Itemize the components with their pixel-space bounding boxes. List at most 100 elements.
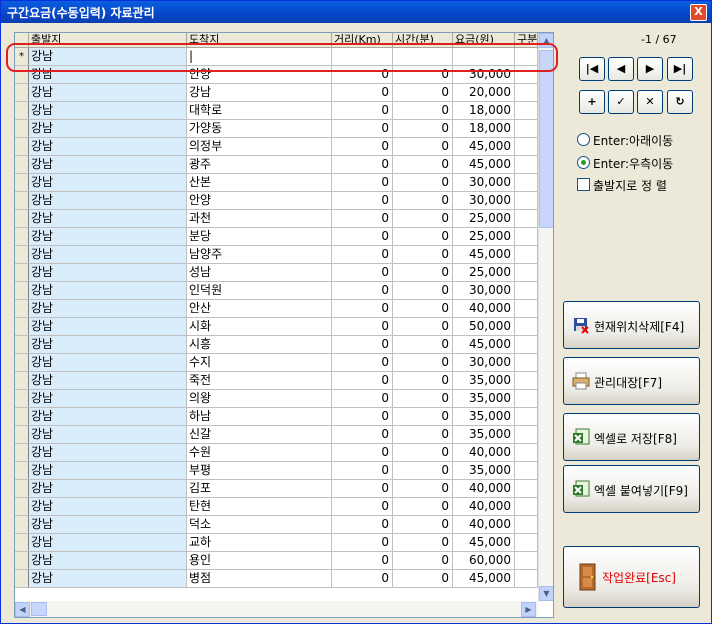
distance-cell[interactable]: 0 (332, 480, 393, 497)
fare-cell[interactable]: 18,000 (453, 120, 515, 137)
category-cell[interactable] (515, 462, 538, 479)
radio-selected-icon[interactable] (577, 156, 590, 169)
row-selector[interactable] (15, 192, 29, 209)
fare-cell[interactable]: 30,000 (453, 354, 515, 371)
fare-cell[interactable]: 30,000 (453, 192, 515, 209)
departure-cell[interactable]: 강남 (29, 192, 187, 209)
row-selector[interactable] (15, 264, 29, 281)
category-cell[interactable] (515, 228, 538, 245)
fare-cell[interactable]: 35,000 (453, 462, 515, 479)
row-selector[interactable] (15, 498, 29, 515)
row-selector[interactable] (15, 552, 29, 569)
row-selector[interactable] (15, 444, 29, 461)
table-row[interactable]: 강남 의왕 0 0 35,000 (15, 390, 538, 408)
distance-cell[interactable]: 0 (332, 372, 393, 389)
destination-cell[interactable]: 산본 (187, 174, 332, 191)
category-cell[interactable] (515, 408, 538, 425)
row-selector[interactable] (15, 174, 29, 191)
time-cell[interactable]: 0 (393, 156, 453, 173)
first-record-button[interactable]: |◀ (579, 57, 605, 81)
departure-cell[interactable]: 강남 (29, 498, 187, 515)
scroll-left-arrow-icon[interactable]: ◀ (15, 602, 30, 617)
time-cell[interactable]: 0 (393, 336, 453, 353)
row-selector[interactable] (15, 156, 29, 173)
time-cell[interactable]: 0 (393, 282, 453, 299)
category-cell[interactable] (515, 498, 538, 515)
destination-cell[interactable]: 안양 (187, 192, 332, 209)
table-row[interactable]: 강남 덕소 0 0 40,000 (15, 516, 538, 534)
table-row[interactable]: 강남 수지 0 0 30,000 (15, 354, 538, 372)
category-cell[interactable] (515, 516, 538, 533)
time-cell[interactable]: 0 (393, 354, 453, 371)
fare-cell[interactable]: 35,000 (453, 408, 515, 425)
category-cell[interactable] (515, 282, 538, 299)
category-cell[interactable] (515, 192, 538, 209)
distance-cell[interactable]: 0 (332, 498, 393, 515)
time-cell[interactable]: 0 (393, 138, 453, 155)
departure-cell[interactable]: 강남 (29, 102, 187, 119)
table-row[interactable]: 강남 의정부 0 0 45,000 (15, 138, 538, 156)
time-cell[interactable]: 0 (393, 480, 453, 497)
distance-cell[interactable]: 0 (332, 282, 393, 299)
category-cell[interactable] (515, 300, 538, 317)
destination-cell[interactable]: 교하 (187, 534, 332, 551)
row-selector[interactable] (15, 372, 29, 389)
departure-cell[interactable]: 강남 (29, 354, 187, 371)
time-cell[interactable]: 0 (393, 570, 453, 587)
destination-cell[interactable]: 성남 (187, 264, 332, 281)
departure-cell[interactable]: 강남 (29, 390, 187, 407)
table-row[interactable]: 강남 성남 0 0 25,000 (15, 264, 538, 282)
row-selector[interactable] (15, 462, 29, 479)
time-cell[interactable]: 0 (393, 300, 453, 317)
fare-cell[interactable]: 18,000 (453, 102, 515, 119)
distance-cell[interactable]: 0 (332, 156, 393, 173)
add-record-button[interactable]: + (579, 90, 605, 114)
destination-cell[interactable]: 가양동 (187, 120, 332, 137)
destination-cell[interactable]: 수지 (187, 354, 332, 371)
departure-cell[interactable]: 강남 (29, 210, 187, 227)
category-cell[interactable] (515, 318, 538, 335)
category-cell[interactable] (515, 102, 538, 119)
row-selector[interactable] (15, 390, 29, 407)
destination-cell[interactable]: 시화 (187, 318, 332, 335)
departure-cell[interactable]: 강남 (29, 462, 187, 479)
fare-cell[interactable]: 60,000 (453, 552, 515, 569)
departure-cell[interactable]: 강남 (29, 552, 187, 569)
departure-cell[interactable]: 강남 (29, 534, 187, 551)
row-selector[interactable] (15, 354, 29, 371)
destination-cell[interactable]: 죽전 (187, 372, 332, 389)
time-cell[interactable]: 0 (393, 102, 453, 119)
time-cell[interactable]: 0 (393, 228, 453, 245)
delete-current-button[interactable]: 현재위치삭제[F4] (563, 301, 700, 349)
time-cell[interactable]: 0 (393, 498, 453, 515)
category-cell[interactable] (515, 174, 538, 191)
fare-cell[interactable]: 35,000 (453, 390, 515, 407)
row-selector[interactable] (15, 210, 29, 227)
refresh-button[interactable]: ↻ (667, 90, 693, 114)
destination-cell[interactable]: 용인 (187, 552, 332, 569)
departure-cell[interactable]: 강남 (29, 174, 187, 191)
fare-cell[interactable]: 40,000 (453, 444, 515, 461)
table-row[interactable]: 강남 분당 0 0 25,000 (15, 228, 538, 246)
category-cell[interactable] (515, 372, 538, 389)
vertical-scroll-thumb[interactable] (539, 50, 553, 228)
row-selector[interactable] (15, 246, 29, 263)
fare-cell[interactable]: 40,000 (453, 498, 515, 515)
time-cell[interactable]: 0 (393, 264, 453, 281)
distance-cell[interactable]: 0 (332, 354, 393, 371)
departure-cell[interactable]: 강남 (29, 300, 187, 317)
destination-cell[interactable]: 광주 (187, 156, 332, 173)
row-selector[interactable] (15, 318, 29, 335)
row-selector[interactable] (15, 480, 29, 497)
last-record-button[interactable]: ▶| (667, 57, 693, 81)
table-row[interactable]: 강남 광주 0 0 45,000 (15, 156, 538, 174)
time-cell[interactable]: 0 (393, 174, 453, 191)
fare-cell[interactable]: 30,000 (453, 174, 515, 191)
distance-cell[interactable]: 0 (332, 552, 393, 569)
category-cell[interactable] (515, 210, 538, 227)
table-row[interactable]: 강남 시흥 0 0 45,000 (15, 336, 538, 354)
fare-cell[interactable]: 25,000 (453, 210, 515, 227)
table-row[interactable]: 강남 인덕원 0 0 30,000 (15, 282, 538, 300)
departure-cell[interactable]: 강남 (29, 426, 187, 443)
destination-cell[interactable]: 수원 (187, 444, 332, 461)
